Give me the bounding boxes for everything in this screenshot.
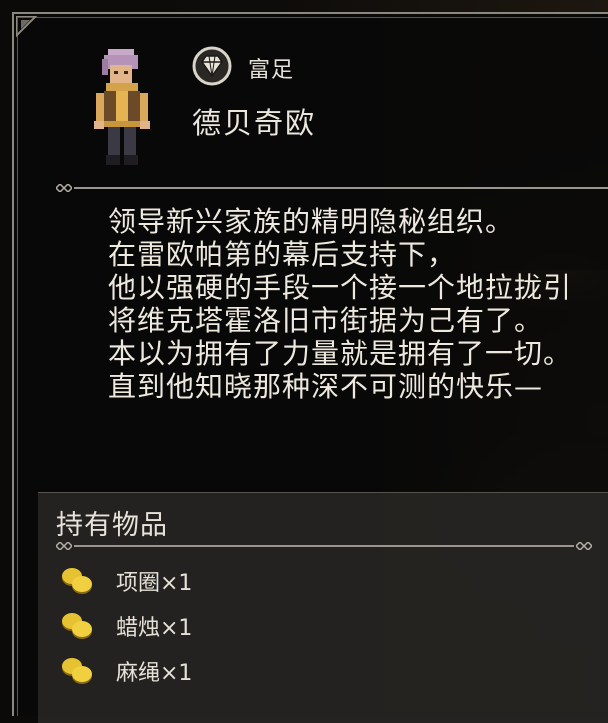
header-divider (56, 183, 608, 193)
inventory-item[interactable]: 蜡烛×1 (60, 608, 192, 644)
description-line: 领导新兴家族的精明隐秘组织。 (108, 205, 515, 238)
character-name: 德贝奇欧 (192, 106, 317, 140)
description-line: 将维克塔霍洛旧市街据为己有了。 (108, 304, 544, 337)
character-description: 领导新兴家族的精明隐秘组织。 在雷欧帕第的幕后支持下， 他以强硬的手段一个接一个… (108, 205, 608, 403)
description-line: 他以强硬的手段一个接一个地拉拢引 (108, 271, 573, 304)
inventory-item[interactable]: 项圈×1 (60, 563, 192, 599)
panel-corner-ornament (16, 16, 38, 38)
description-line: 直到他知晓那种深不可测的快乐— (108, 370, 544, 403)
item-label: 项圈×1 (116, 571, 193, 596)
inventory-item[interactable]: 麻绳×1 (60, 653, 192, 689)
gold-coins-icon (62, 613, 92, 639)
inventory-box: 持有物品 项圈×1 蜡烛×1 麻绳×1 (38, 492, 608, 723)
item-label: 麻绳×1 (116, 661, 193, 686)
description-line: 本以为拥有了力量就是拥有了一切。 (108, 337, 573, 370)
character-portrait (94, 49, 150, 165)
item-label: 蜡烛×1 (116, 616, 193, 641)
gold-coins-icon (62, 658, 92, 684)
diamond-emblem-icon (192, 46, 232, 86)
rank-label: 富足 (248, 58, 295, 83)
description-line: 在雷欧帕第的幕后支持下， (108, 238, 457, 271)
inventory-divider (56, 541, 592, 551)
gold-coins-icon (62, 568, 92, 594)
inventory-title: 持有物品 (56, 510, 168, 541)
